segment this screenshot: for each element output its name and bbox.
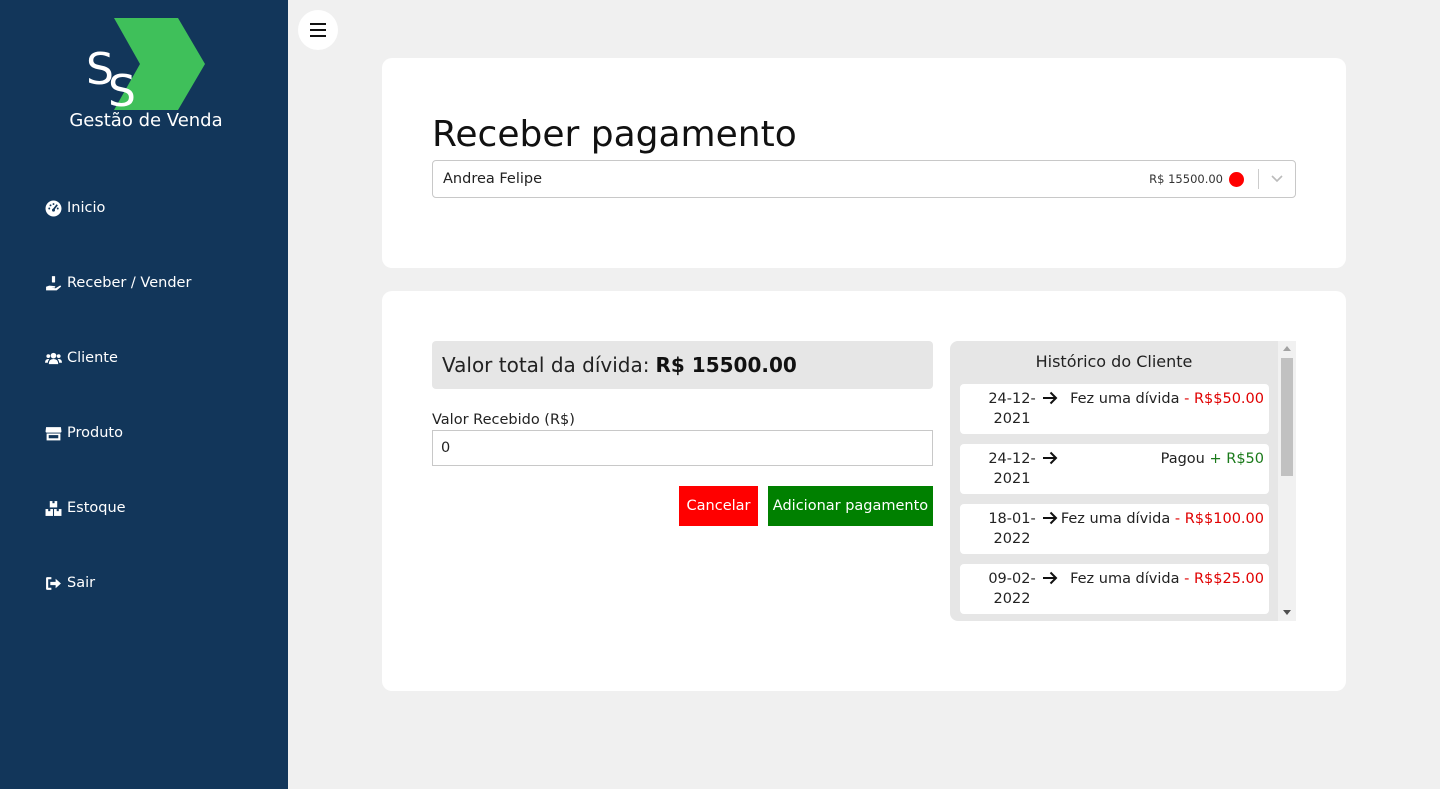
- history-entry-amount: - R$$25.00: [1179, 571, 1264, 587]
- received-value-label: Valor Recebido (R$): [432, 412, 575, 428]
- debt-total-label: Valor total da dívida:: [442, 353, 650, 377]
- history-date-line1: 09-02-: [988, 571, 1036, 587]
- sidebar-item-label: Produto: [67, 425, 123, 441]
- arrow-right-icon: [1043, 511, 1058, 525]
- svg-text:S: S: [108, 66, 136, 116]
- logo-chevrons-icon: S S: [86, 18, 205, 117]
- logo: S S Gestão de Venda: [66, 16, 226, 136]
- history-entry: 09-02- 2022 Fez uma dívida - R$$25.00: [960, 564, 1269, 614]
- history-entry-amount: - R$$50.00: [1179, 391, 1264, 407]
- boxes-icon: [44, 499, 62, 517]
- chevron-down-icon[interactable]: [1259, 175, 1295, 183]
- page-title: Receber pagamento: [432, 114, 797, 155]
- payment-card: Valor total da dívida: R$ 15500.00 Valor…: [382, 291, 1346, 691]
- history-entry-date: 24-12- 2021: [976, 389, 1048, 429]
- history-entry-description: Fez uma dívida - R$$25.00: [1070, 569, 1264, 589]
- history-entry-text: Fez uma dívida: [1070, 571, 1180, 587]
- received-value-input[interactable]: [432, 430, 933, 466]
- sidebar: S S Gestão de Venda Inicio Receber / Ven…: [0, 0, 288, 789]
- history-entry: 18-01- 2022 Fez uma dívida - R$$100.00: [960, 504, 1269, 554]
- history-scrollbar[interactable]: [1278, 341, 1296, 621]
- sidebar-item-label: Estoque: [67, 500, 126, 516]
- debt-total-box: Valor total da dívida: R$ 15500.00: [432, 341, 933, 389]
- history-date-line2: 2022: [993, 531, 1031, 547]
- debt-total-value: R$ 15500.00: [655, 353, 797, 377]
- history-entry-description: Fez uma dívida - R$$50.00: [1070, 389, 1264, 409]
- client-select-card: Receber pagamento Andrea Felipe R$ 15500…: [382, 58, 1346, 268]
- arrow-right-icon: [1043, 391, 1058, 405]
- scroll-thumb[interactable]: [1281, 358, 1293, 476]
- scroll-up-arrow-icon[interactable]: [1283, 346, 1291, 351]
- sidebar-item-label: Cliente: [67, 350, 118, 366]
- history-entry-date: 18-01- 2022: [976, 509, 1048, 549]
- sidebar-item-inicio[interactable]: Inicio: [44, 196, 105, 220]
- sidebar-item-estoque[interactable]: Estoque: [44, 496, 126, 520]
- history-title: Histórico do Cliente: [1035, 352, 1193, 371]
- history-entry: 24-12- 2021 Pagou + R$50: [960, 444, 1269, 494]
- sidebar-item-receber-vender[interactable]: Receber / Vender: [44, 271, 191, 295]
- hamburger-menu-icon: [310, 29, 326, 31]
- history-entry-date: 24-12- 2021: [976, 449, 1048, 489]
- hand-holding-icon: [44, 274, 62, 292]
- menu-toggle-button[interactable]: [298, 10, 338, 50]
- arrow-right-icon: [1043, 451, 1058, 465]
- scroll-down-arrow-icon[interactable]: [1283, 610, 1291, 615]
- cancel-button[interactable]: Cancelar: [679, 486, 758, 526]
- history-entry-text: Fez uma dívida: [1060, 511, 1171, 527]
- debt-status-dot: [1229, 171, 1244, 187]
- dashboard-gauge-icon: [44, 199, 62, 217]
- sidebar-item-produto[interactable]: Produto: [44, 421, 123, 445]
- history-entry-text: Pagou: [1160, 451, 1205, 467]
- history-entry: 24-12- 2021 Fez uma dívida - R$$50.00: [960, 384, 1269, 434]
- sidebar-item-label: Sair: [67, 575, 96, 591]
- store-icon: [44, 424, 62, 442]
- history-date-line1: 24-12-: [988, 391, 1036, 407]
- history-date-line2: 2021: [993, 471, 1031, 487]
- history-entry-amount: - R$$100.00: [1170, 511, 1264, 527]
- client-select-name: Andrea Felipe: [443, 171, 543, 187]
- history-date-line1: 18-01-: [988, 511, 1036, 527]
- history-entry-amount: + R$50: [1204, 451, 1264, 467]
- history-date-line2: 2022: [993, 591, 1031, 607]
- client-select[interactable]: Andrea Felipe R$ 15500.00: [432, 160, 1296, 198]
- sidebar-item-label: Inicio: [67, 200, 106, 216]
- sidebar-item-sair[interactable]: Sair: [44, 571, 95, 595]
- users-icon: [44, 349, 62, 367]
- arrow-right-icon: [1043, 571, 1058, 585]
- logo-text: Gestão de Venda: [69, 110, 223, 131]
- sign-out-icon: [44, 574, 62, 592]
- client-history-panel: Histórico do Cliente 24-12- 2021 Fez uma…: [950, 341, 1296, 621]
- history-date-line1: 24-12-: [988, 451, 1036, 467]
- history-entry-description: Pagou + R$50: [1161, 449, 1264, 469]
- history-entry-description: Fez uma dívida - R$$100.00: [1061, 509, 1264, 529]
- history-entry-text: Fez uma dívida: [1070, 391, 1180, 407]
- sidebar-item-label: Receber / Vender: [67, 275, 192, 291]
- client-select-amount: R$ 15500.00: [1149, 172, 1223, 186]
- sidebar-item-cliente[interactable]: Cliente: [44, 346, 118, 370]
- add-payment-button[interactable]: Adicionar pagamento: [768, 486, 933, 526]
- history-entry-date: 09-02- 2022: [976, 569, 1048, 609]
- history-date-line2: 2021: [993, 411, 1031, 427]
